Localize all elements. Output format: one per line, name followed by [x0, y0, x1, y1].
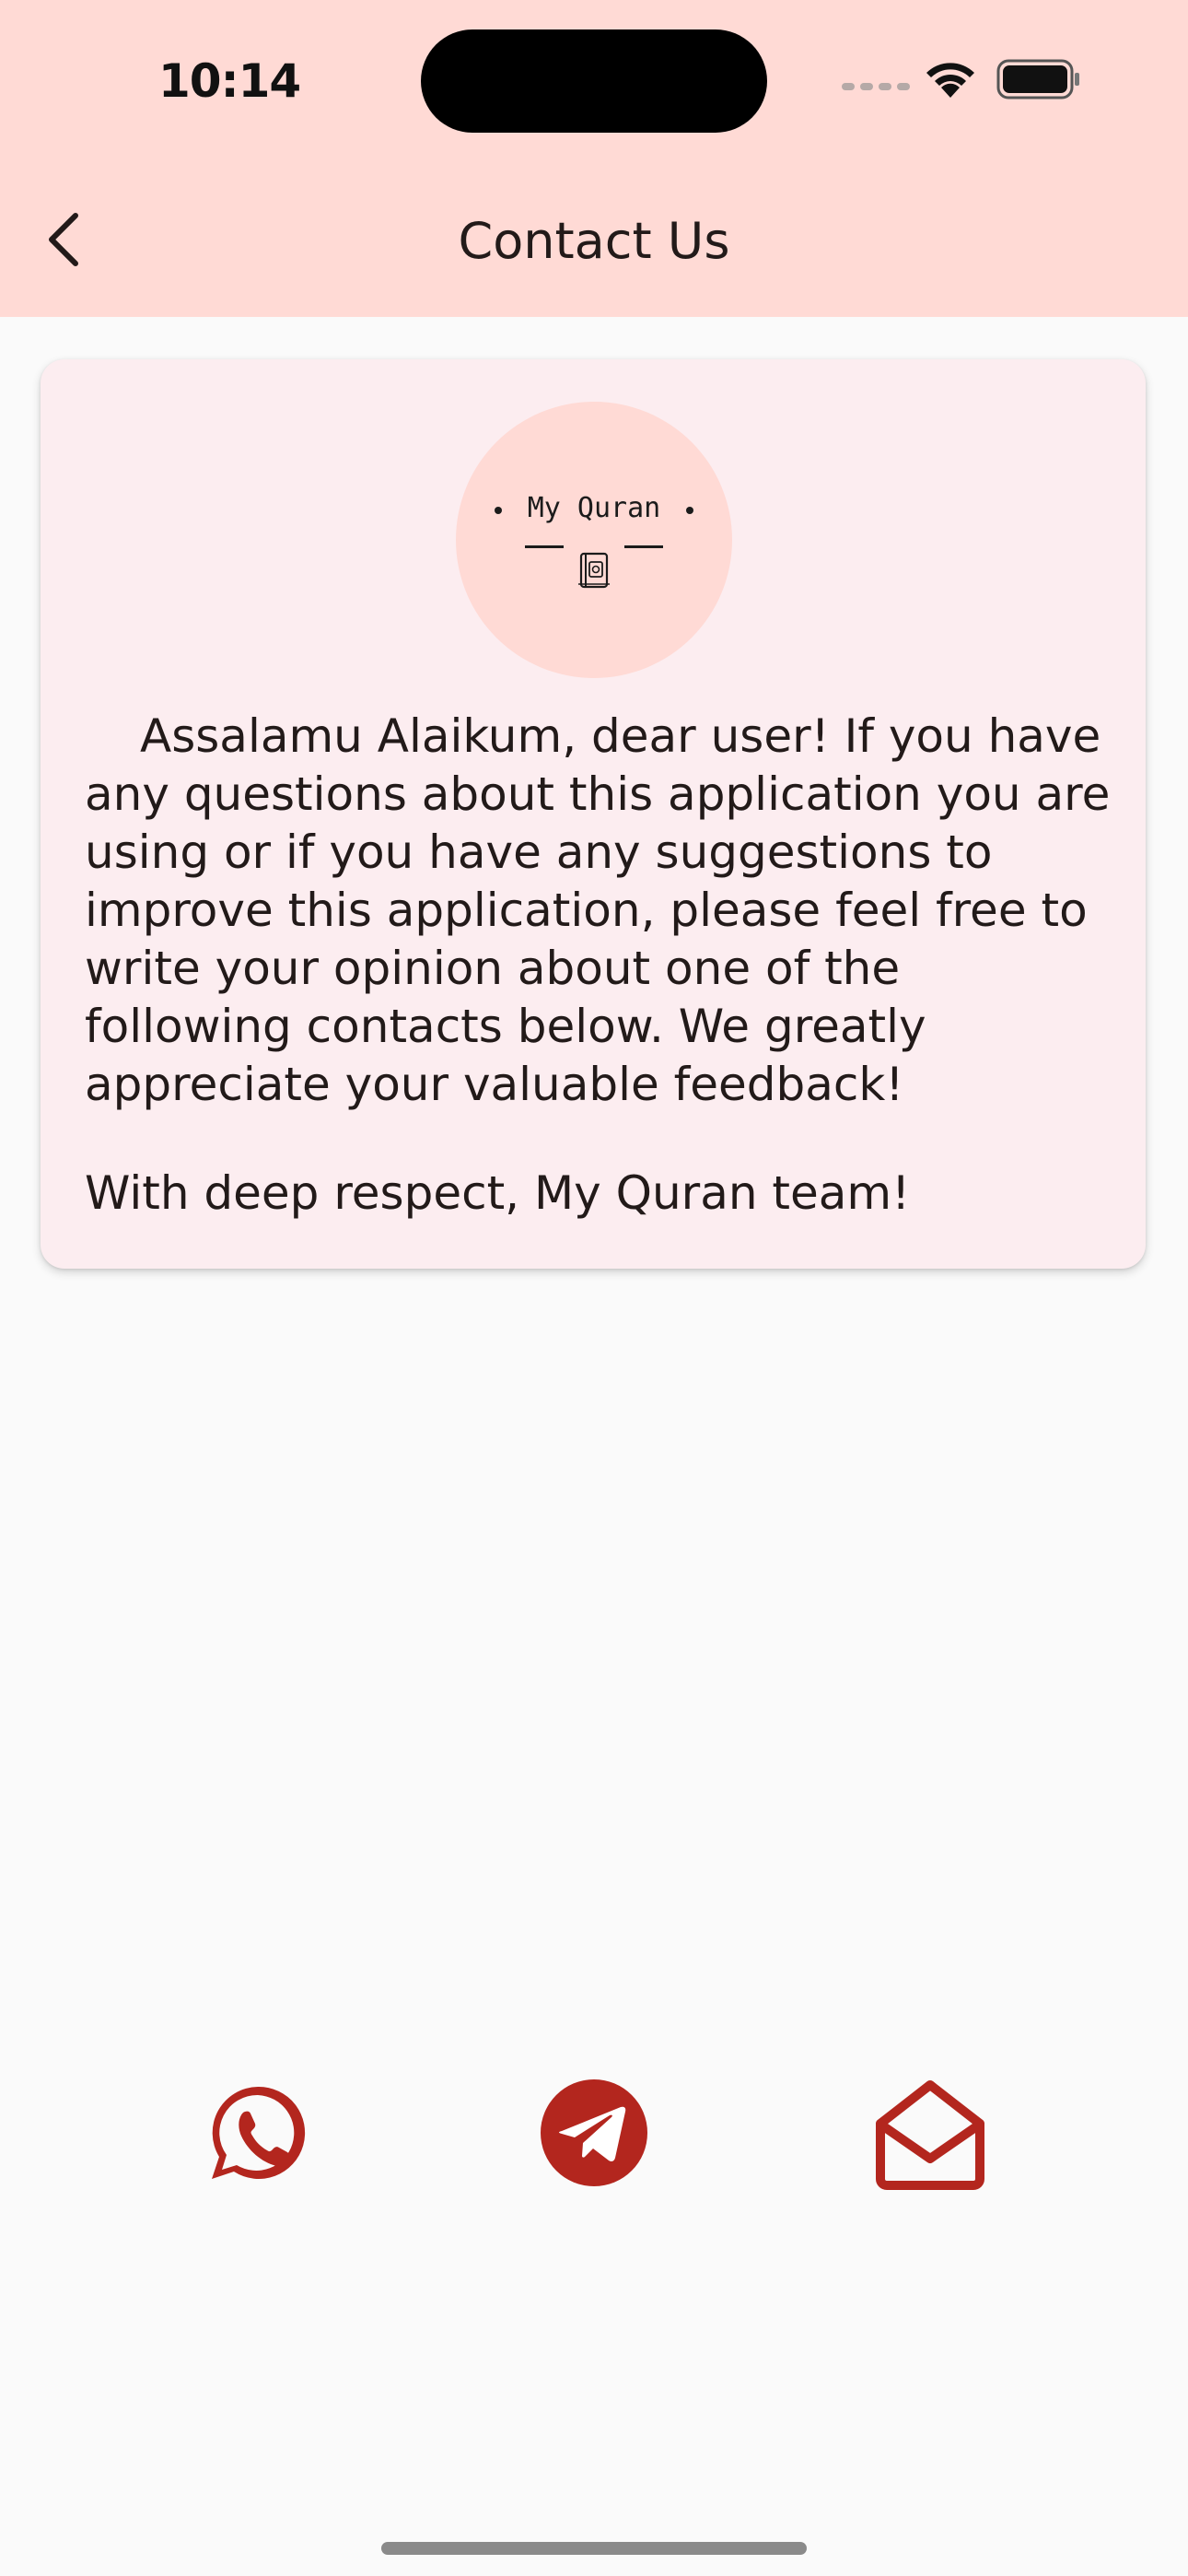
status-time: 10:14 [158, 54, 301, 108]
welcome-message: Assalamu Alaikum, dear user! If you have… [85, 708, 1116, 1114]
email-icon [876, 2080, 984, 2190]
logo-dot [686, 507, 693, 514]
wifi-icon [926, 63, 974, 98]
home-indicator[interactable] [381, 2542, 807, 2555]
logo-divider [525, 545, 564, 548]
welcome-message-text: Assalamu Alaikum, dear user! If you have… [85, 709, 1125, 1111]
email-button[interactable] [870, 2073, 990, 2193]
battery-icon [996, 59, 1079, 100]
quran-book-icon [578, 552, 610, 589]
page-title: Contact Us [458, 212, 730, 270]
whatsapp-button[interactable] [198, 2073, 318, 2193]
dynamic-island [421, 29, 767, 133]
signoff-text: With deep respect, My Quran team! [85, 1166, 911, 1220]
app-bar: 10:14 Contact Us [0, 0, 1188, 317]
app-logo: My Quran [456, 402, 732, 678]
whatsapp-icon [212, 2086, 306, 2179]
info-card: My Quran Assalamu Alaikum, dear user! If… [41, 359, 1146, 1269]
logo-divider [624, 545, 663, 548]
telegram-icon [541, 2079, 647, 2186]
telegram-button[interactable] [534, 2073, 654, 2193]
